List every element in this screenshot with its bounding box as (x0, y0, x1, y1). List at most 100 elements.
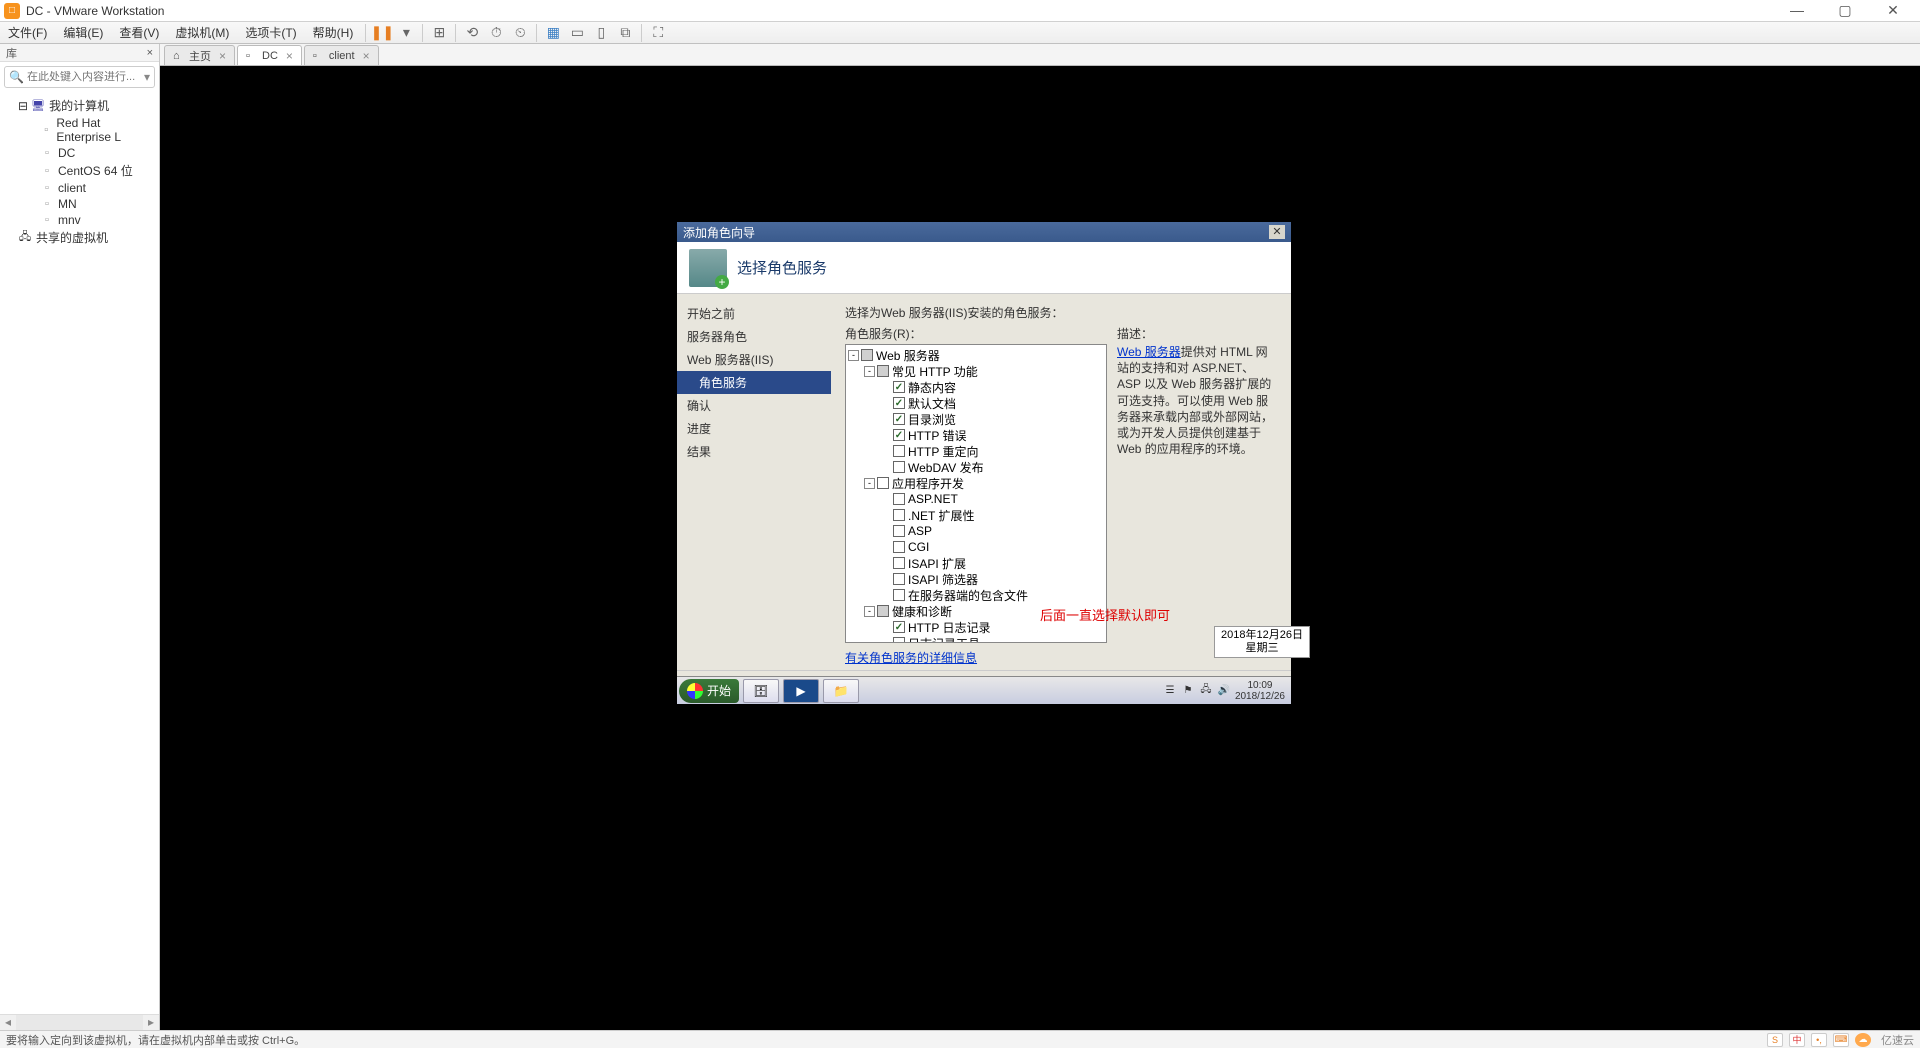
scroll-left-icon[interactable]: ◂ (0, 1015, 16, 1030)
more-info-anchor[interactable]: 有关角色服务的详细信息 (845, 651, 977, 665)
more-info-link[interactable]: 有关角色服务的详细信息 (845, 649, 1107, 666)
tab-DC[interactable]: ▫DC× (237, 45, 302, 65)
tree-vm-item[interactable]: ▫Red Hat Enterprise L (0, 115, 159, 145)
tray-network-icon[interactable]: 🖧 (1199, 682, 1213, 699)
service-checkbox[interactable] (893, 397, 905, 409)
tab-主页[interactable]: ⌂主页× (164, 45, 235, 65)
service-tree-row[interactable]: HTTP 重定向 (848, 443, 1104, 459)
pause-icon[interactable]: ❚❚ (372, 23, 392, 43)
service-checkbox[interactable] (893, 541, 905, 553)
wizard-nav-item[interactable]: 确认 (677, 394, 831, 417)
guest-clock[interactable]: 10:09 2018/12/26 (1235, 680, 1285, 702)
guest-powershell-icon[interactable]: ▶ (783, 679, 819, 703)
service-checkbox[interactable] (893, 589, 905, 601)
sidebar-scrollbar[interactable]: ◂ ▸ (0, 1014, 159, 1030)
maximize-button[interactable]: ▢ (1830, 2, 1860, 19)
status-cn-icon[interactable]: 中 (1789, 1033, 1805, 1047)
wizard-nav-item[interactable]: 服务器角色 (677, 325, 831, 348)
fullscreen-icon[interactable]: ⛶ (648, 23, 668, 43)
menu-vm[interactable]: 虚拟机(M) (167, 24, 237, 41)
minimize-button[interactable]: — (1782, 2, 1812, 19)
sidebar-search[interactable]: 🔍 ▾ (4, 66, 155, 88)
wizard-nav-item[interactable]: Web 服务器(IIS) (677, 348, 831, 371)
service-tree-row[interactable]: 静态内容 (848, 379, 1104, 395)
wizard-nav-item[interactable]: 进度 (677, 417, 831, 440)
service-tree-row[interactable]: CGI (848, 539, 1104, 555)
status-keyboard-icon[interactable]: ⌨ (1833, 1033, 1849, 1047)
service-checkbox[interactable] (893, 637, 905, 643)
wizard-nav-item[interactable]: 开始之前 (677, 302, 831, 325)
service-tree-row[interactable]: ASP.NET (848, 491, 1104, 507)
service-checkbox[interactable] (893, 557, 905, 569)
scroll-right-icon[interactable]: ▸ (143, 1015, 159, 1030)
status-punct-icon[interactable]: •, (1811, 1033, 1827, 1047)
tree-vm-item[interactable]: ▫DC (0, 145, 159, 161)
service-tree-row[interactable]: -常见 HTTP 功能 (848, 363, 1104, 379)
tree-vm-item[interactable]: ▫client (0, 180, 159, 196)
guest-server-manager-icon[interactable]: 🗄 (743, 679, 779, 703)
service-tree-row[interactable]: 默认文档 (848, 395, 1104, 411)
service-tree-row[interactable]: 在服务器端的包含文件 (848, 587, 1104, 603)
service-checkbox[interactable] (893, 509, 905, 521)
tree-toggle-icon[interactable]: - (848, 350, 859, 361)
search-dropdown-icon[interactable]: ▾ (144, 70, 150, 84)
service-tree-row[interactable]: -应用程序开发 (848, 475, 1104, 491)
service-checkbox[interactable] (861, 349, 873, 361)
status-ime-icon[interactable]: S (1767, 1033, 1783, 1047)
tray-lang-icon[interactable]: ☰ (1163, 685, 1177, 696)
tab-close-icon[interactable]: × (286, 49, 293, 63)
sidebar-close-icon[interactable]: × (147, 47, 153, 59)
menu-file[interactable]: 文件(F) (0, 24, 55, 41)
status-cloud-icon[interactable]: ☁ (1855, 1033, 1871, 1047)
tab-close-icon[interactable]: × (363, 49, 370, 63)
service-checkbox[interactable] (893, 413, 905, 425)
close-button[interactable]: ✕ (1878, 2, 1908, 19)
scroll-track[interactable] (16, 1015, 143, 1030)
menu-edit[interactable]: 编辑(E) (55, 24, 111, 41)
service-checkbox[interactable] (893, 381, 905, 393)
tab-client[interactable]: ▫client× (304, 45, 379, 65)
tree-vm-item[interactable]: ▫MN (0, 196, 159, 212)
service-checkbox[interactable] (877, 477, 889, 489)
tree-vm-item[interactable]: ▫CentOS 64 位 (0, 161, 159, 180)
menu-help[interactable]: 帮助(H) (305, 24, 362, 41)
tab-close-icon[interactable]: × (219, 49, 226, 63)
view-thumb-icon[interactable]: ▯ (591, 23, 611, 43)
service-checkbox[interactable] (893, 493, 905, 505)
expand-icon[interactable]: ⊟ (18, 99, 28, 113)
wizard-nav-item[interactable]: 结果 (677, 440, 831, 463)
view-console-icon[interactable]: ▦ (543, 23, 563, 43)
guest-explorer-icon[interactable]: 📁 (823, 679, 859, 703)
service-tree-row[interactable]: ISAPI 扩展 (848, 555, 1104, 571)
tree-toggle-icon[interactable]: - (864, 606, 875, 617)
service-tree-row[interactable]: HTTP 错误 (848, 427, 1104, 443)
snapshot-icon[interactable]: ⟲ (462, 23, 482, 43)
tree-vm-item[interactable]: ▫mnv (0, 212, 159, 228)
snapshot-back-icon[interactable]: ⏱ (486, 23, 506, 43)
service-checkbox[interactable] (877, 605, 889, 617)
service-tree-row[interactable]: ISAPI 筛选器 (848, 571, 1104, 587)
menu-view[interactable]: 查看(V) (111, 24, 167, 41)
service-tree-row[interactable]: WebDAV 发布 (848, 459, 1104, 475)
wizard-titlebar[interactable]: 添加角色向导 ✕ (677, 222, 1291, 242)
wizard-close-icon[interactable]: ✕ (1269, 225, 1285, 239)
view-unity-icon[interactable]: ▭ (567, 23, 587, 43)
tree-shared-vms[interactable]: 🖧 共享的虚拟机 (0, 228, 159, 247)
service-checkbox[interactable] (893, 525, 905, 537)
tree-toggle-icon[interactable]: - (864, 366, 875, 377)
guest-start-button[interactable]: 开始 (679, 679, 739, 703)
service-checkbox[interactable] (893, 573, 905, 585)
view-multi-icon[interactable]: ⧉ (615, 23, 635, 43)
description-link[interactable]: Web 服务器 (1117, 345, 1181, 359)
service-tree-row[interactable]: -Web 服务器 (848, 347, 1104, 363)
service-checkbox[interactable] (877, 365, 889, 377)
service-tree-row[interactable]: .NET 扩展性 (848, 507, 1104, 523)
menu-tabs[interactable]: 选项卡(T) (237, 24, 304, 41)
dropdown-icon[interactable]: ▾ (396, 23, 416, 43)
service-checkbox[interactable] (893, 445, 905, 457)
service-tree-row[interactable]: ASP (848, 523, 1104, 539)
snapshot-mgr-icon[interactable]: ⏲ (510, 23, 530, 43)
service-checkbox[interactable] (893, 461, 905, 473)
search-input[interactable] (27, 71, 144, 83)
send-keys-icon[interactable]: ⊞ (429, 23, 449, 43)
